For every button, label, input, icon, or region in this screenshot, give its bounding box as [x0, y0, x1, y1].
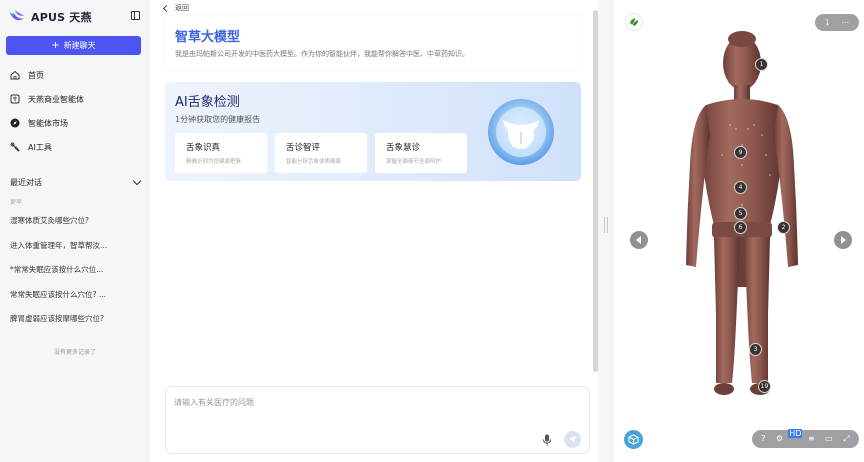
tongue-detection-subtitle: 1分钟获取您的健康报告	[175, 115, 261, 124]
acupoint-3d-viewer[interactable]: ⮧ ⋯ 1 9 4 5 6 2 3 19 ? ⚙HD ≡ ▭ ⤢	[614, 0, 864, 462]
next-view-button[interactable]	[834, 231, 852, 249]
new-chat-label: 新建聊天	[63, 41, 96, 50]
model-title: 智草大模型	[175, 30, 241, 45]
no-more-records: 没有更多记录了	[53, 349, 96, 356]
tongue-detection-card[interactable]: AI舌象检测 1分钟获取您的健康报告 舌象识真 精确识别为您健康把脉 舌诊智评 …	[165, 82, 581, 181]
recent-chats-header[interactable]: 最近对话	[10, 176, 142, 188]
sidebar-item-label: 天燕商业智能体	[28, 94, 84, 104]
viewer-share-menu[interactable]: ⮧ ⋯	[815, 14, 859, 31]
sidebar-item-label: AI工具	[28, 142, 52, 152]
sidebar-nav: 首页 天燕商业智能体 智能体市场 AI工具	[0, 63, 150, 159]
help-icon[interactable]: ?	[761, 435, 765, 443]
hd-badge: HD	[788, 429, 803, 438]
viewer-toolbar: ? ⚙HD ≡ ▭ ⤢	[752, 429, 859, 448]
cube-icon	[628, 434, 639, 445]
acupoint-marker[interactable]: 19	[758, 380, 771, 393]
list-item[interactable]: 进入体重管理年，智草帮汝...	[10, 240, 140, 265]
apus-logo-icon	[8, 9, 25, 21]
list-item[interactable]: 常常失眠应该按什么穴位? ...	[10, 289, 140, 314]
sidebar-item-business-agent[interactable]: 天燕商业智能体	[0, 87, 150, 111]
collapse-sidebar-icon[interactable]	[131, 11, 140, 20]
prev-view-button[interactable]	[630, 231, 648, 249]
brand-name: APUS 天燕	[31, 10, 92, 24]
model-description: 我是由玛帕斯公司开发的中医药大模型。作为你的智能伙伴，我能帮你解答中医、中草药知…	[175, 50, 469, 58]
microphone-icon[interactable]	[542, 434, 552, 446]
list-item[interactable]: *常常失眠应该按什么穴位...	[10, 264, 140, 289]
new-chat-button[interactable]: + 新建聊天	[6, 36, 141, 55]
settings-icon[interactable]: ⚙HD	[776, 429, 803, 443]
main-panel: 返回 智草大模型 我是由玛帕斯公司开发的中医药大模型。作为你的智能伙伴，我能帮你…	[150, 0, 598, 462]
layers-icon[interactable]: ≡	[808, 435, 815, 443]
acupoint-marker[interactable]: 9	[734, 146, 747, 159]
list-item[interactable]: 湿寒体质艾灸哪些穴位?	[10, 215, 140, 240]
sidebar-item-label: 首页	[28, 70, 44, 80]
back-label: 返回	[175, 4, 189, 12]
vr-icon[interactable]: ▭	[825, 435, 833, 443]
more-icon[interactable]: ⋯	[841, 18, 849, 27]
compass-icon	[10, 118, 20, 128]
acupoint-marker[interactable]: 2	[777, 221, 790, 234]
acupoint-marker[interactable]: 5	[734, 207, 747, 220]
chevron-down-icon	[132, 176, 142, 186]
feature-title: 舌象慧诊	[386, 143, 421, 153]
recent-group-label: 更早	[10, 199, 23, 206]
arrow-left-icon	[636, 236, 641, 244]
scrollbar[interactable]	[593, 10, 598, 372]
chat-input-box	[165, 386, 590, 454]
recent-chats-title: 最近对话	[10, 178, 42, 187]
back-arrow-icon	[162, 4, 171, 12]
agent-box-icon	[10, 94, 20, 104]
fullscreen-icon[interactable]: ⤢	[843, 435, 849, 443]
viewer-3d-mode-button[interactable]	[624, 430, 643, 449]
tool-icon	[10, 142, 20, 152]
feature-desc: 精确识别为您健康把脉	[186, 159, 242, 165]
question-input[interactable]	[174, 395, 514, 409]
acupoint-marker[interactable]: 1	[755, 58, 768, 71]
sidebar-item-label: 智能体市场	[28, 118, 68, 128]
feature-card-tongue-recognition[interactable]: 舌象识真 精确识别为您健康把脉	[175, 133, 267, 173]
plus-icon: +	[51, 39, 60, 51]
feature-title: 舌诊智评	[286, 143, 321, 153]
feature-card-tongue-diagnosis[interactable]: 舌象慧诊 掌握全面细节全面呵护	[375, 133, 467, 173]
recent-chats-list: 湿寒体质艾灸哪些穴位? 进入体重管理年，智草帮汝... *常常失眠应该按什么穴位…	[10, 215, 140, 338]
feature-desc: 智能分析舌象体质健康	[286, 159, 342, 165]
sidebar-item-ai-tools[interactable]: AI工具	[0, 135, 150, 159]
feature-title: 舌象识真	[186, 143, 221, 153]
feature-card-tongue-evaluation[interactable]: 舌诊智评 智能分析舌象体质健康	[275, 133, 367, 173]
brand[interactable]: APUS 天燕	[7, 7, 92, 26]
sidebar: APUS 天燕 + 新建聊天 首页 天燕商业智能体 智能体市场 AI工具 最近对…	[0, 0, 150, 462]
acupoint-marker[interactable]: 4	[734, 181, 747, 194]
viewer-logo-icon	[626, 14, 642, 30]
list-item[interactable]: 脾胃虚弱应该按摩哪些穴位?	[10, 313, 140, 338]
arrow-right-icon	[841, 236, 846, 244]
sidebar-item-home[interactable]: 首页	[0, 63, 150, 87]
acupoint-marker[interactable]: 6	[734, 221, 747, 234]
tongue-detection-title: AI舌象检测	[175, 95, 240, 110]
tongue-illustration-icon	[488, 99, 554, 165]
sidebar-item-agent-market[interactable]: 智能体市场	[0, 111, 150, 135]
share-icon[interactable]: ⮧	[825, 18, 830, 27]
send-icon	[568, 435, 577, 444]
home-icon	[10, 70, 20, 80]
model-intro-card: 智草大模型 我是由玛帕斯公司开发的中医药大模型。作为你的智能伙伴，我能帮你解答中…	[165, 16, 581, 70]
send-button[interactable]	[564, 431, 581, 448]
panel-resize-handle[interactable]	[604, 217, 608, 233]
acupoint-marker[interactable]: 3	[749, 343, 762, 356]
back-button[interactable]: 返回	[162, 3, 189, 13]
feature-desc: 掌握全面细节全面呵护	[386, 159, 442, 165]
